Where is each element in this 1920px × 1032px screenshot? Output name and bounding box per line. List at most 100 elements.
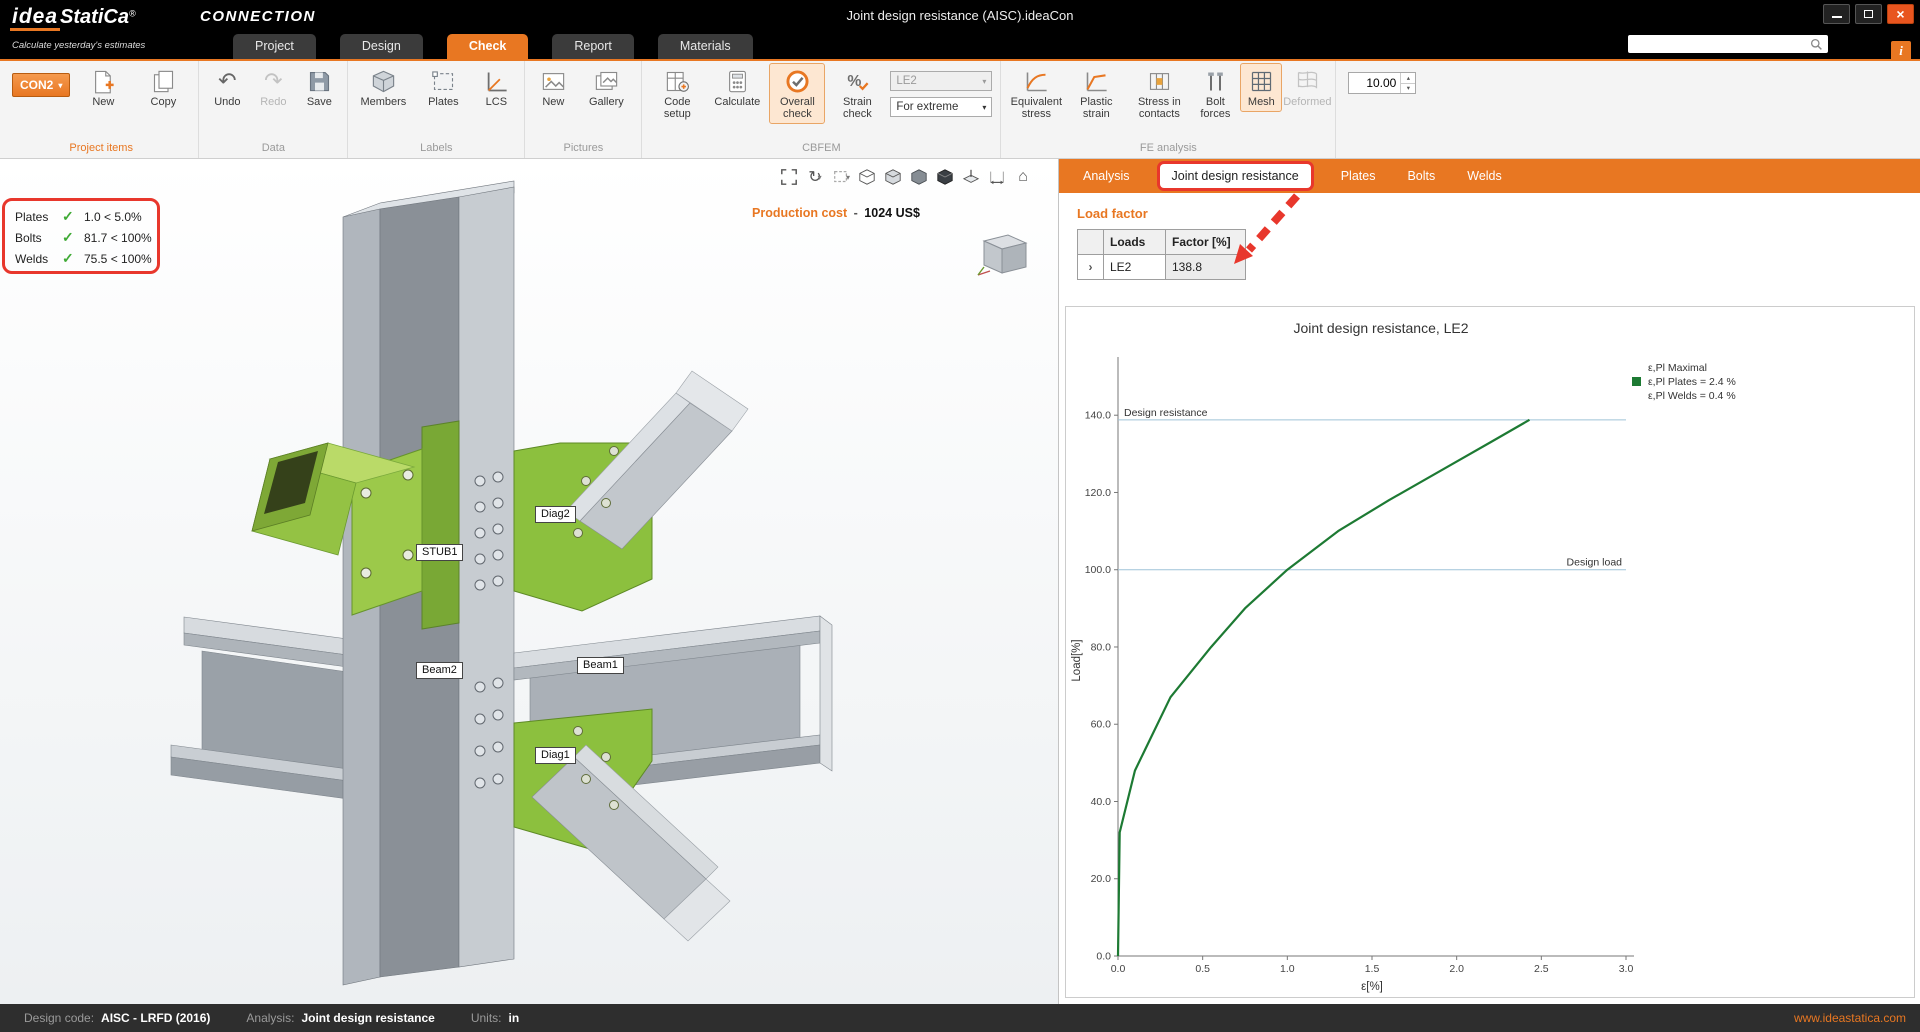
undo-button[interactable]: ↶ Undo [207,64,247,111]
model-green-plate-upper[interactable] [422,421,459,629]
ribbon-group-cbfem: Code setup Calculate Overall check % Str… [642,61,1001,158]
equivalent-stress-toggle[interactable]: Equivalent stress [1009,64,1063,123]
overall-check-toggle[interactable]: Overall check [770,64,824,123]
row-expander[interactable]: › [1078,255,1104,280]
svg-text:ε,Pl Welds = 0.4 %: ε,Pl Welds = 0.4 % [1648,390,1736,402]
new-picture-button[interactable]: New [533,64,573,111]
gallery-button[interactable]: Gallery [579,64,633,111]
plastic-strain-toggle[interactable]: Plastic strain [1069,64,1123,123]
members-labels-toggle[interactable]: Members [356,64,410,111]
tab-report[interactable]: Report [552,34,634,59]
strain-check-toggle[interactable]: % Strain check [830,64,884,123]
bolt-forces-toggle[interactable]: Bolt forces [1195,64,1235,123]
website-link[interactable]: www.ideastatica.com [1794,1011,1906,1025]
zoom-extents-button[interactable] [780,167,798,187]
orbit-button[interactable]: ↻▾ [806,167,824,187]
group-title-project-items: Project items [12,140,190,157]
tab-check[interactable]: Check [447,34,529,59]
check-pass-icon: ✓ [62,250,77,267]
mesh-toggle[interactable]: Mesh [1241,64,1281,111]
solid-view-button[interactable] [910,167,928,187]
member-label-diag2[interactable]: Diag2 [535,506,576,523]
code-setup-button[interactable]: Code setup [650,64,704,123]
extreme-dropdown[interactable]: For extreme ▾ [890,97,992,117]
member-label-beam1[interactable]: Beam1 [577,657,624,674]
svg-text:%: % [847,73,861,90]
deformed-scale-stepper[interactable]: 10.00 ▴ ▾ [1348,72,1416,94]
production-cost-separator: - [851,206,861,220]
select-mode-button[interactable]: ▾ [832,167,850,187]
stress-in-contacts-icon [1146,66,1173,96]
check-row-bolts: Bolts ✓ 81.7 < 100% [15,227,157,248]
view-cube[interactable] [970,221,1034,284]
overall-check-icon [784,66,811,96]
stress-in-contacts-label: Stress in contacts [1129,97,1189,121]
connection-selector-button[interactable]: CON2 ▾ [12,73,70,97]
cell-load-factor[interactable]: 138.8 [1166,255,1246,280]
annotation-check-summary-highlight: Plates ✓ 1.0 < 5.0% Bolts ✓ 81.7 < 100% … [2,198,160,274]
load-case-dropdown[interactable]: LE2 ▾ [890,71,992,91]
new-project-item-button[interactable]: New [76,64,130,111]
cell-load-case[interactable]: LE2 [1104,255,1166,280]
redo-icon: ↷ [264,66,282,96]
deformed-toggle[interactable]: Deformed [1287,64,1327,111]
close-button[interactable]: × [1887,4,1914,24]
lcs-toggle[interactable]: LCS [476,64,516,111]
equivalent-stress-icon [1023,66,1050,96]
search-input[interactable] [1633,37,1806,51]
member-label-diag1[interactable]: Diag1 [535,747,576,764]
ribbon: CON2 ▾ New Copy Project items ↶ Undo [0,59,1920,159]
plates-labels-toggle[interactable]: Plates [416,64,470,111]
svg-text:ε[%]: ε[%] [1361,981,1383,993]
model-stub1[interactable] [252,443,422,615]
copy-project-item-button[interactable]: Copy [136,64,190,111]
stress-in-contacts-toggle[interactable]: Stress in contacts [1129,64,1189,123]
new-document-icon [90,66,117,96]
equivalent-stress-label: Equivalent stress [1009,97,1063,121]
svg-text:2.5: 2.5 [1534,963,1549,975]
home-view-button[interactable]: ⌂ [1014,167,1032,187]
results-tab-bolts[interactable]: Bolts [1399,163,1443,189]
member-label-stub1[interactable]: STUB1 [416,544,463,561]
ribbon-group-pictures: New Gallery Pictures [525,61,642,158]
stepper-up-icon[interactable]: ▴ [1401,73,1415,84]
chevron-down-icon: ▾ [818,173,822,182]
app-logo: ideaStatiCa® [10,5,136,29]
tab-project[interactable]: Project [233,34,316,59]
main-tab-bar: Project Design Check Report Materials [233,34,753,59]
chevron-down-icon: ▾ [982,77,986,86]
check-value: 1.0 < 5.0% [84,210,142,224]
save-button[interactable]: Save [299,64,339,111]
results-tab-welds[interactable]: Welds [1459,163,1510,189]
status-units: Units: in [471,1011,519,1025]
redo-button[interactable]: ↷ Redo [253,64,293,111]
results-tab-analysis[interactable]: Analysis [1075,163,1138,189]
tab-materials[interactable]: Materials [658,34,753,59]
info-button[interactable]: i [1891,41,1911,61]
stepper-down-icon[interactable]: ▾ [1401,84,1415,94]
3d-viewport[interactable]: STUB1 Diag2 Beam2 Beam1 Diag1 Plates ✓ 1… [0,159,1059,1004]
stepper-arrows[interactable]: ▴ ▾ [1400,73,1415,93]
status-bar: Design code: AISC - LRFD (2016) Analysis… [0,1004,1920,1032]
results-tab-plates[interactable]: Plates [1333,163,1384,189]
bolt-forces-icon [1202,66,1229,96]
chevron-down-icon: ▾ [846,173,850,182]
code-setup-label: Code setup [650,97,704,121]
transparent-view-button[interactable] [936,167,954,187]
svg-text:20.0: 20.0 [1091,873,1112,885]
model-diag2[interactable] [514,371,748,611]
clipping-plane-button[interactable] [962,167,980,187]
wireframe-view-button[interactable] [858,167,876,187]
svg-text:2.0: 2.0 [1449,963,1464,975]
calculate-button[interactable]: Calculate [710,64,764,111]
dimensions-button[interactable] [988,167,1006,187]
shaded-view-button[interactable] [884,167,902,187]
minimize-button[interactable] [1823,4,1850,24]
results-tab-joint-design-resistance[interactable]: Joint design resistance [1160,164,1311,188]
tab-design[interactable]: Design [340,34,423,59]
table-corner-cell [1078,230,1104,255]
3d-model-scene[interactable] [0,159,1059,1004]
member-label-beam2[interactable]: Beam2 [416,662,463,679]
resistance-chart: 0.020.040.060.080.0100.0120.0140.00.00.5… [1066,349,1914,998]
restore-button[interactable] [1855,4,1882,24]
